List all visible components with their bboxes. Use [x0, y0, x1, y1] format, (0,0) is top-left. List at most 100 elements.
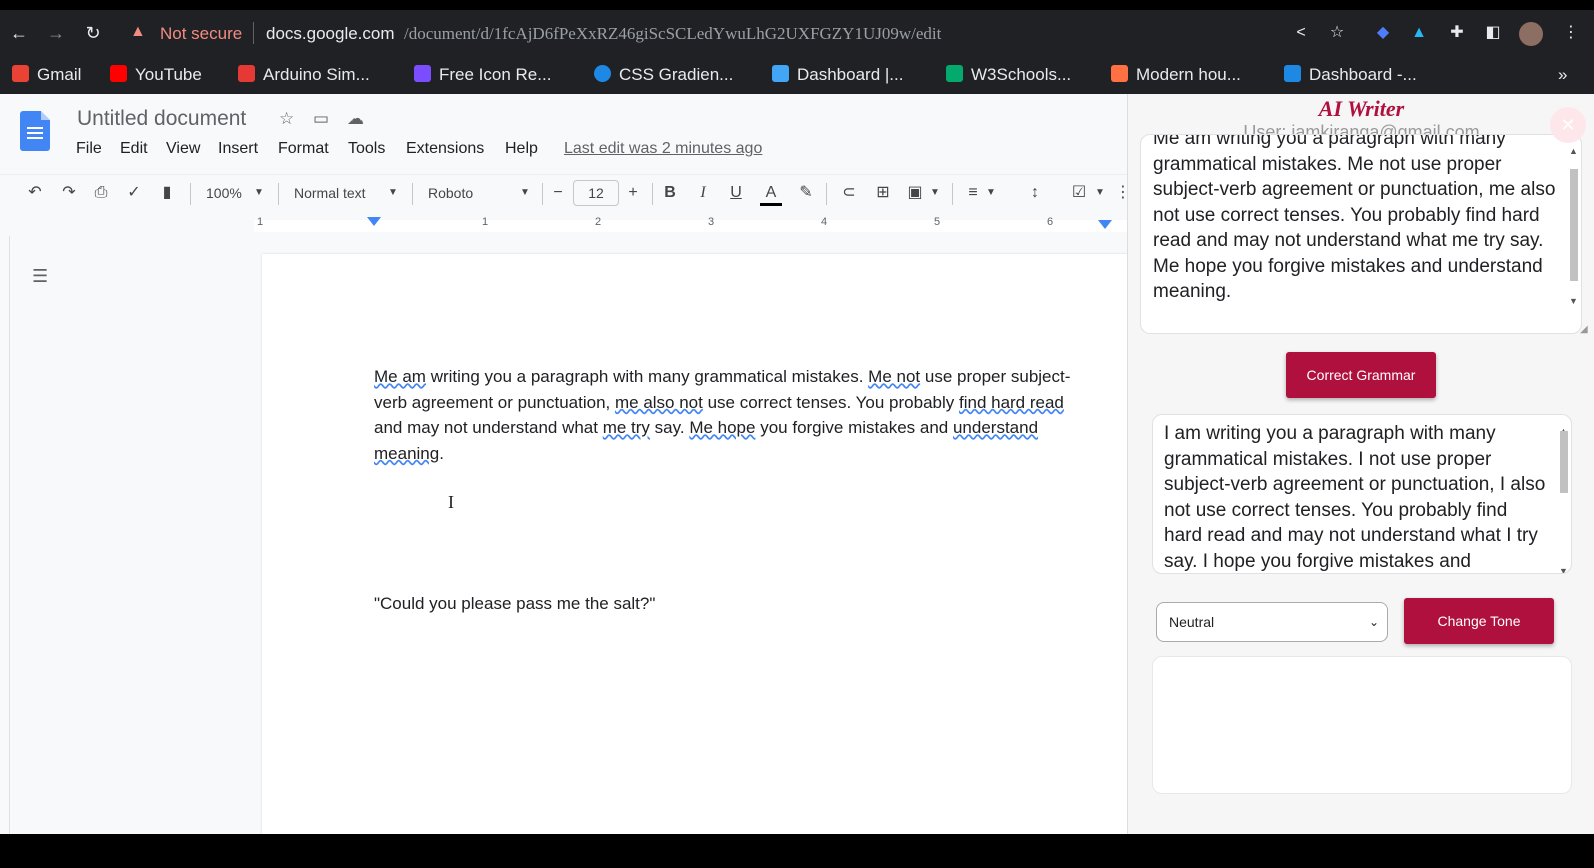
flagged-phrase[interactable]: Me am — [374, 367, 426, 386]
bookmark-modern-house[interactable]: Modern hou... — [1111, 63, 1241, 87]
left-indent-marker[interactable] — [367, 217, 381, 226]
font-size-field[interactable]: 12 — [573, 180, 619, 206]
bookmark-arduino[interactable]: Arduino Sim... — [238, 63, 370, 87]
underline-icon[interactable]: U — [725, 183, 747, 203]
resize-grip-icon[interactable]: ◢ — [1580, 324, 1588, 335]
bookmark-gmail[interactable]: Gmail — [12, 63, 81, 87]
ai-writer-title: AI Writer — [1318, 96, 1405, 121]
flagged-phrase[interactable]: me also not — [615, 393, 703, 412]
text-color-icon[interactable]: A — [760, 183, 782, 206]
menu-tools[interactable]: Tools — [348, 140, 385, 158]
document-title[interactable]: Untitled document — [77, 107, 246, 131]
scroll-down-icon[interactable]: ▼ — [1559, 559, 1568, 573]
highlight-icon[interactable]: ✎ — [795, 183, 817, 203]
flagged-phrase[interactable]: Me hope — [689, 418, 755, 437]
star-icon[interactable]: ☆ — [279, 109, 294, 129]
flagged-phrase[interactable]: find hard read — [959, 393, 1064, 412]
input-textarea[interactable]: Me am writing you a paragraph with many … — [1140, 134, 1582, 334]
menu-extensions[interactable]: Extensions — [406, 140, 484, 158]
scroll-thumb[interactable] — [1570, 169, 1578, 281]
output-textarea[interactable]: I am writing you a paragraph with many g… — [1152, 414, 1572, 574]
increase-font-size-icon[interactable]: + — [622, 183, 644, 203]
bookmark-dashboard-2[interactable]: Dashboard -... — [1284, 63, 1417, 87]
ai-writer-panel: AI Writer User: iamkiranga@gmail.com Me … — [1127, 94, 1594, 834]
document-paragraph[interactable]: Me am writing you a paragraph with many … — [374, 364, 1094, 466]
modern-house-icon — [1111, 65, 1128, 82]
decrease-font-size-icon[interactable]: − — [547, 183, 569, 203]
italic-icon[interactable]: I — [692, 183, 714, 203]
chevron-down-icon: ⌄ — [1368, 615, 1379, 629]
menu-view[interactable]: View — [166, 140, 200, 158]
document-quote[interactable]: "Could you please pass me the salt?" — [374, 594, 655, 614]
text-run: use correct tenses. You probably — [702, 392, 959, 412]
redo-icon[interactable]: ↷ — [58, 183, 80, 203]
bookmark-star-icon[interactable]: ☆ — [1326, 22, 1348, 44]
bookmark-dashboard-1[interactable]: Dashboard |... — [772, 63, 903, 87]
cloud-status-icon[interactable]: ☁ — [347, 109, 364, 129]
move-folder-icon[interactable]: ▭ — [313, 109, 329, 129]
image-icon[interactable]: ▣ — [904, 183, 926, 203]
screen-bottom-edge — [0, 834, 1594, 868]
correct-grammar-button[interactable]: Correct Grammar — [1286, 352, 1436, 398]
paint-format-icon[interactable]: ▮ — [156, 183, 178, 203]
last-edit-link[interactable]: Last edit was 2 minutes ago — [564, 140, 762, 158]
menu-dots-icon[interactable]: ⋮ — [1560, 22, 1582, 44]
print-icon[interactable]: ⎙ — [90, 183, 112, 203]
scroll-thumb[interactable] — [1560, 431, 1568, 493]
style-select[interactable]: Normal text — [294, 183, 366, 203]
extension-vpn-icon[interactable]: ◆ — [1372, 22, 1394, 44]
more-tools-icon[interactable]: ⋮ — [1112, 183, 1127, 203]
text-run: . — [439, 443, 444, 463]
profile-avatar[interactable] — [1519, 22, 1543, 46]
scrollbar[interactable]: ▲ ▼ — [1559, 419, 1568, 573]
undo-icon[interactable]: ↶ — [24, 183, 46, 203]
scrollbar[interactable]: ▲ ▼ — [1569, 139, 1578, 306]
line-spacing-icon[interactable]: ↕ — [1024, 183, 1046, 203]
reload-icon[interactable]: ↻ — [82, 22, 104, 44]
bookmark-w3schools[interactable]: W3Schools... — [946, 63, 1071, 87]
share-icon[interactable]: < — [1290, 22, 1312, 44]
bookmark-free-icon[interactable]: Free Icon Re... — [414, 63, 551, 87]
side-panel-icon[interactable]: ◧ — [1482, 22, 1504, 44]
tone-output-textarea[interactable] — [1152, 656, 1572, 794]
chevron-down-icon: ▼ — [1095, 187, 1105, 198]
checklist-icon[interactable]: ☑ — [1068, 183, 1090, 203]
menu-edit[interactable]: Edit — [120, 140, 148, 158]
document-outline-icon[interactable]: ☰ — [32, 266, 48, 287]
change-tone-button[interactable]: Change Tone — [1404, 598, 1554, 644]
tone-select[interactable]: Neutral ⌄ — [1156, 602, 1388, 642]
spellcheck-icon[interactable]: ✓ — [123, 183, 145, 203]
document-page[interactable]: Me am writing you a paragraph with many … — [262, 254, 1127, 834]
vertical-ruler — [0, 236, 10, 834]
divider — [652, 183, 653, 205]
bookmark-css-gradient[interactable]: CSS Gradien... — [594, 63, 733, 87]
bookmark-youtube[interactable]: YouTube — [110, 63, 202, 87]
menu-file[interactable]: File — [76, 140, 102, 158]
forward-icon[interactable]: → — [45, 22, 67, 44]
flagged-phrase[interactable]: Me not — [868, 367, 920, 386]
back-icon[interactable]: ← — [8, 22, 30, 44]
extension-ai-icon[interactable]: ▲ — [1408, 22, 1430, 44]
zoom-select[interactable]: 100% — [206, 183, 242, 203]
align-icon[interactable]: ≡ — [962, 183, 984, 203]
ruler-number: 3 — [708, 216, 715, 228]
horizontal-ruler: 1 1 2 3 4 5 6 — [0, 214, 1127, 236]
close-icon[interactable]: ✕ — [1550, 107, 1586, 143]
security-label[interactable]: Not secure — [160, 24, 242, 44]
text-run: and may not understand what — [374, 418, 603, 437]
extensions-puzzle-icon[interactable]: ✚ — [1446, 22, 1468, 44]
more-bookmarks-icon[interactable]: » — [1558, 63, 1567, 87]
bookmark-label: Free Icon Re... — [439, 65, 552, 84]
right-indent-marker[interactable] — [1098, 220, 1112, 229]
link-icon[interactable]: ⊂ — [838, 183, 860, 203]
scroll-down-icon[interactable]: ▼ — [1569, 289, 1578, 315]
bold-icon[interactable]: B — [659, 183, 681, 203]
comment-icon[interactable]: ⊞ — [872, 183, 894, 203]
menu-format[interactable]: Format — [278, 140, 329, 158]
flagged-phrase[interactable]: me try — [603, 418, 650, 437]
address-bar[interactable]: ▲ Not secure docs.google.com /document/d… — [122, 14, 1242, 52]
font-select[interactable]: Roboto — [428, 183, 473, 203]
menu-help[interactable]: Help — [505, 140, 538, 158]
docs-logo-icon[interactable] — [20, 111, 50, 151]
menu-insert[interactable]: Insert — [218, 140, 258, 158]
